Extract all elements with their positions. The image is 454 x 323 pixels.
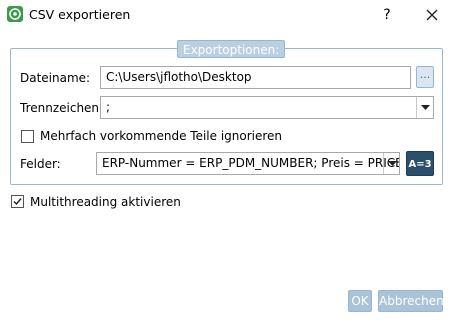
chevron-down-icon — [387, 160, 397, 166]
multithreading-checkbox[interactable] — [11, 195, 24, 208]
separator-label: Trennzeichen: — [20, 101, 104, 115]
help-button[interactable]: ? — [376, 5, 398, 25]
fields-value: ERP-Nummer = ERP_PDM_NUMBER; Preis = PRI… — [102, 156, 400, 170]
fields-dropdown-button[interactable] — [383, 153, 400, 174]
window-title: CSV exportieren — [29, 7, 131, 22]
ok-button[interactable]: OK — [348, 290, 372, 312]
close-icon[interactable] — [421, 5, 443, 25]
title-bar: CSV exportieren ? — [0, 0, 454, 30]
chevron-down-icon — [420, 104, 430, 110]
filename-label: Dateiname: — [20, 71, 91, 85]
multithreading-label: Multithreading aktivieren — [30, 195, 181, 209]
separator-value: ; — [106, 100, 111, 114]
group-title: Exportoptionen: — [177, 40, 286, 58]
field-mapping-button[interactable]: A=3 — [406, 151, 434, 176]
fields-label: Felder: — [20, 157, 61, 171]
separator-select[interactable]: ; — [100, 96, 434, 119]
fields-select[interactable]: ERP-Nummer = ERP_PDM_NUMBER; Preis = PRI… — [96, 152, 400, 175]
ignore-duplicates-checkbox[interactable] — [21, 130, 34, 143]
filename-input[interactable]: C:\Users\jflotho\Desktop — [100, 66, 411, 89]
cancel-button[interactable]: Abbrechen — [378, 290, 444, 312]
checkmark-icon — [13, 198, 22, 206]
browse-button[interactable]: ... — [416, 66, 434, 88]
app-icon — [7, 6, 23, 22]
separator-dropdown-button[interactable] — [416, 97, 433, 118]
ignore-duplicates-label: Mehrfach vorkommende Teile ignorieren — [40, 129, 283, 143]
